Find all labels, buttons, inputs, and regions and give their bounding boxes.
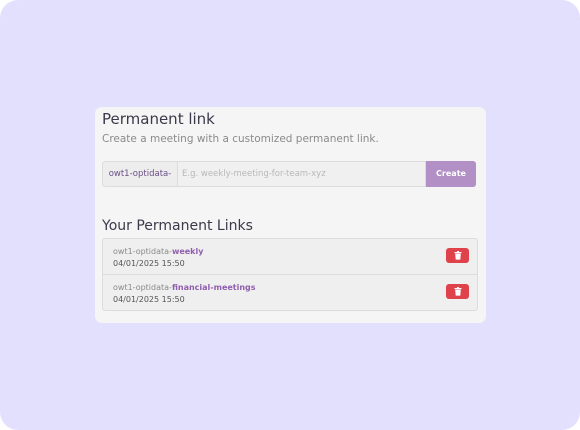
link-text[interactable]: owt1-optidata-financial-meetings [113,282,256,293]
link-text[interactable]: owt1-optidata-weekly [113,246,203,257]
list-item: owt1-optidata-weekly 04/01/2025 15:50 [103,239,477,275]
create-link-form: owt1-optidata- E.g. weekly-meeting-for-t… [102,161,476,187]
links-section-title: Your Permanent Links [102,218,253,234]
trash-icon [454,287,461,296]
delete-button[interactable] [446,284,469,299]
link-prefix: owt1-optidata- [102,161,177,187]
page-subtitle: Create a meeting with a customized perma… [102,133,379,145]
trash-icon [454,251,461,260]
create-button[interactable]: Create [426,161,476,187]
link-prefix-text: owt1-optidata- [113,247,172,256]
permanent-link-card: Permanent link Create a meeting with a c… [95,107,486,323]
link-prefix-text: owt1-optidata- [113,283,172,292]
link-slug: weekly [171,247,204,256]
page-background: Permanent link Create a meeting with a c… [0,0,580,430]
link-name-input[interactable]: E.g. weekly-meeting-for-team-xyz [177,161,426,187]
link-date: 04/01/2025 15:50 [113,295,185,304]
page-title: Permanent link [102,110,215,128]
list-item: owt1-optidata-financial-meetings 04/01/2… [103,275,477,310]
link-date: 04/01/2025 15:50 [113,259,185,268]
link-slug: financial-meetings [171,283,256,292]
permanent-links-list: owt1-optidata-weekly 04/01/2025 15:50 ow… [102,238,478,311]
delete-button[interactable] [446,248,469,263]
